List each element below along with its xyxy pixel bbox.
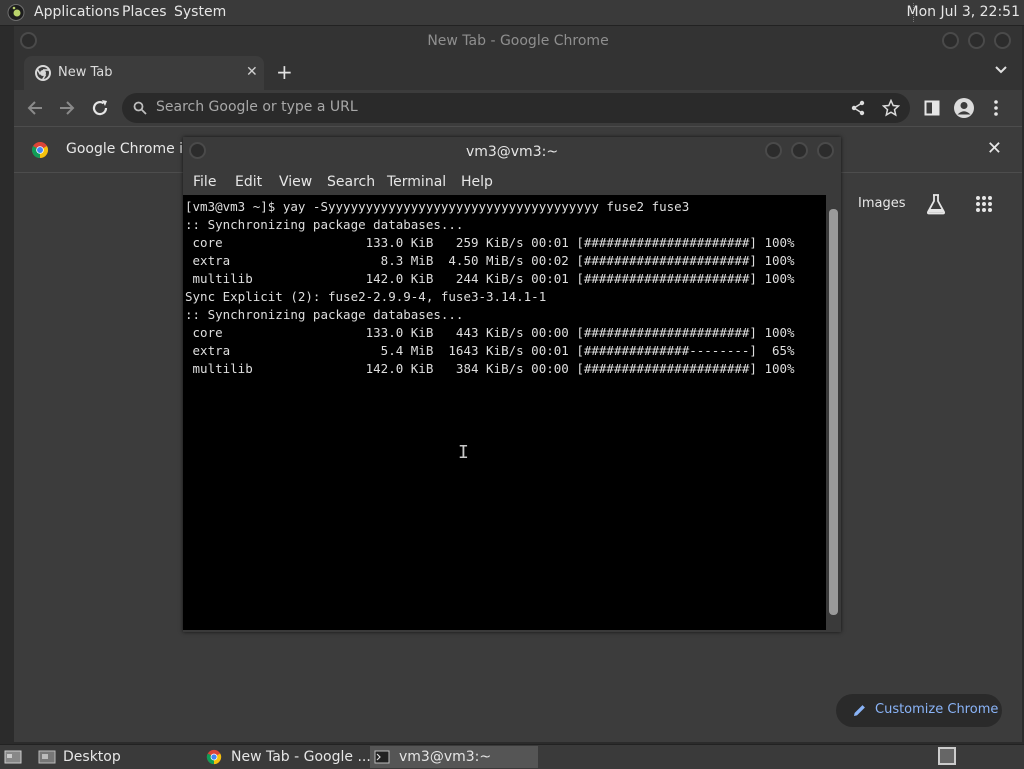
menu-search[interactable]: Search: [327, 174, 375, 190]
terminal-menubar: File Edit View Search Terminal Help: [183, 167, 841, 195]
terminal-titlebar[interactable]: vm3@vm3:~: [183, 137, 841, 167]
kebab-menu-icon[interactable]: [993, 100, 999, 116]
browser-toolbar: Search Google or type a URL: [14, 90, 1022, 126]
terminal-output: [vm3@vm3 ~]$ yay -Syyyyyyyyyyyyyyyyyyyyy…: [185, 198, 795, 378]
close-window-button[interactable]: [817, 142, 834, 159]
task-label: Desktop: [63, 749, 121, 765]
profile-avatar-icon[interactable]: [953, 97, 975, 119]
terminal-output-area[interactable]: [vm3@vm3 ~]$ yay -Syyyyyyyyyyyyyyyyyyyyy…: [183, 195, 826, 630]
chrome-titlebar[interactable]: New Tab - Google Chrome: [14, 26, 1022, 56]
chrome-window-title: New Tab - Google Chrome: [427, 33, 609, 49]
menu-view[interactable]: View: [279, 174, 312, 190]
task-label: New Tab - Google ...: [231, 749, 371, 765]
minimize-button[interactable]: [765, 142, 782, 159]
top-panel: Applications Places System Mon Jul 3, 22…: [0, 0, 1024, 26]
terminal-window-title: vm3@vm3:~: [465, 144, 559, 160]
customize-chrome-button[interactable]: Customize Chrome: [836, 694, 1002, 727]
customize-chrome-label: Customize Chrome: [875, 702, 999, 717]
infobar-close-icon[interactable]: ✕: [987, 138, 1002, 159]
side-panel-icon[interactable]: [924, 100, 940, 116]
menu-terminal[interactable]: Terminal: [387, 174, 446, 190]
reload-icon[interactable]: [91, 99, 109, 117]
terminal-line: [vm3@vm3 ~]$ yay -Syyyyyyyyyyyyyyyyyyyyy…: [185, 199, 690, 214]
share-icon[interactable]: [850, 100, 866, 116]
terminal-line: core 133.0 KiB 443 KiB/s 00:00 [########…: [185, 325, 795, 340]
gnome-foot-icon[interactable]: [6, 3, 26, 22]
terminal-icon: [374, 749, 390, 765]
chrome-logo-icon: [206, 749, 222, 765]
task-chrome[interactable]: New Tab - Google ...: [202, 746, 371, 768]
workspace-switcher[interactable]: [938, 747, 956, 765]
scrollbar-thumb[interactable]: [829, 209, 838, 615]
bookmark-star-icon[interactable]: [882, 99, 900, 117]
text-cursor-icon: I: [458, 442, 469, 463]
images-link[interactable]: Images: [858, 196, 906, 211]
tab-strip: New Tab ✕ +: [14, 56, 1022, 90]
infobar-message: Google Chrome isn: [66, 141, 200, 157]
search-icon: [133, 101, 147, 115]
maximize-button[interactable]: [791, 142, 808, 159]
show-desktop-icon[interactable]: [4, 749, 22, 765]
terminal-line: extra 5.4 MiB 1643 KiB/s 00:01 [########…: [185, 343, 795, 358]
terminal-line: extra 8.3 MiB 4.50 MiB/s 00:02 [########…: [185, 253, 795, 268]
minimize-button[interactable]: [942, 32, 959, 49]
back-arrow-icon[interactable]: [26, 99, 44, 117]
terminal-line: :: Synchronizing package databases...: [185, 217, 464, 232]
labs-flask-icon[interactable]: [926, 193, 946, 215]
terminal-line: :: Synchronizing package databases...: [185, 307, 464, 322]
tab-new-tab[interactable]: New Tab ✕: [24, 56, 264, 90]
menu-file[interactable]: File: [193, 174, 216, 190]
terminal-scrollbar[interactable]: [826, 195, 841, 632]
tab-title: New Tab: [58, 65, 113, 80]
applications-menu[interactable]: Applications: [34, 4, 120, 20]
terminal-window: vm3@vm3:~ File Edit View Search Terminal…: [183, 137, 841, 632]
system-menu[interactable]: System: [174, 4, 226, 20]
menu-edit[interactable]: Edit: [235, 174, 262, 190]
terminal-line: multilib 142.0 KiB 384 KiB/s 00:00 [####…: [185, 361, 795, 376]
terminal-line: Sync Explicit (2): fuse2-2.9.9-4, fuse3-…: [185, 289, 547, 304]
omnibox-placeholder: Search Google or type a URL: [156, 99, 358, 115]
new-tab-button[interactable]: +: [276, 60, 293, 84]
pencil-icon: [852, 703, 867, 718]
task-desktop[interactable]: Desktop: [34, 746, 202, 768]
desktop-icon: [38, 749, 56, 765]
clock[interactable]: Mon Jul 3, 22:51: [907, 4, 1020, 20]
places-menu[interactable]: Places: [122, 4, 167, 20]
close-window-button[interactable]: [994, 32, 1011, 49]
omnibox[interactable]: Search Google or type a URL: [122, 93, 910, 123]
terminal-line: multilib 142.0 KiB 244 KiB/s 00:01 [####…: [185, 271, 795, 286]
task-terminal[interactable]: vm3@vm3:~: [370, 746, 538, 768]
chevron-down-icon[interactable]: [994, 63, 1008, 77]
menu-help[interactable]: Help: [461, 174, 493, 190]
tab-close-icon[interactable]: ✕: [246, 64, 258, 80]
maximize-button[interactable]: [968, 32, 985, 49]
chrome-logo-icon: [31, 141, 49, 159]
terminal-line: core 133.0 KiB 259 KiB/s 00:01 [########…: [185, 235, 795, 250]
forward-arrow-icon[interactable]: [58, 99, 76, 117]
task-label: vm3@vm3:~: [399, 749, 492, 765]
apps-grid-icon[interactable]: [975, 195, 993, 213]
chrome-favicon-icon: [35, 65, 51, 81]
bottom-panel: Desktop New Tab - Google ... vm3@vm3:~: [0, 744, 1024, 769]
